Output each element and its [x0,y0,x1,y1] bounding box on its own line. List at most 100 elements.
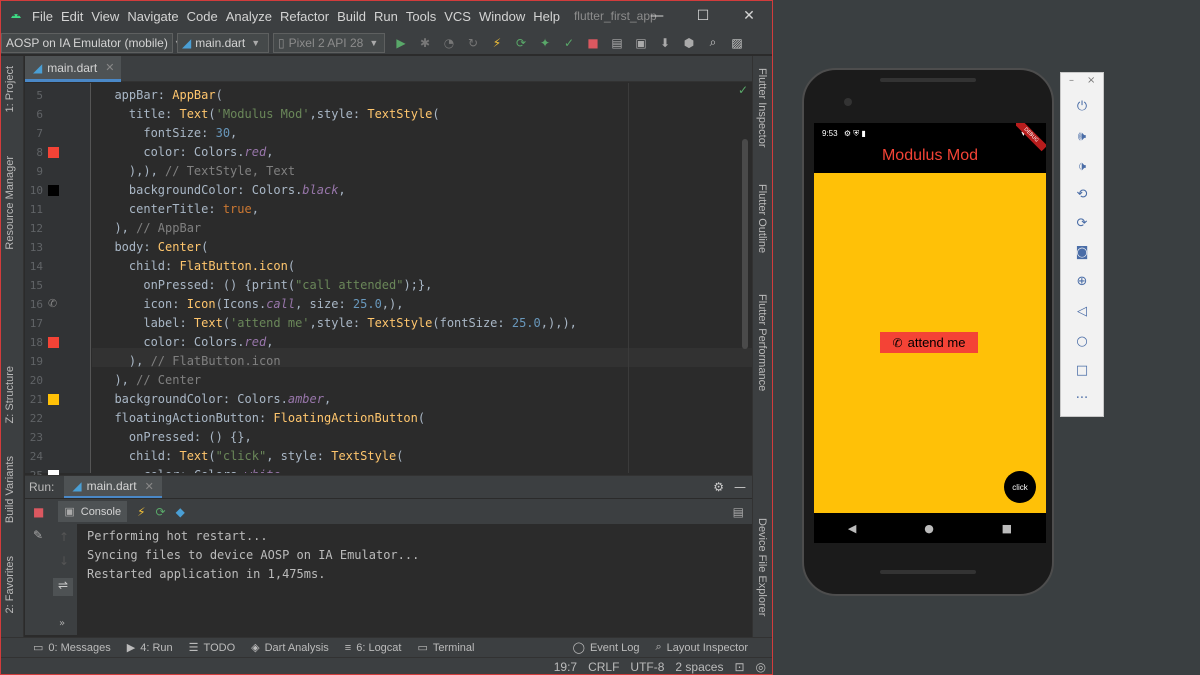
volume-down-icon[interactable]: 🕩 [1061,159,1103,174]
tab-dart-analysis[interactable]: ◈ Dart Analysis [251,641,329,655]
color-swatch-icon[interactable] [48,337,59,348]
tab-favorites[interactable]: 2: Favorites [4,556,16,613]
hot-restart-icon[interactable]: ⟳ [512,34,530,52]
tab-flutter-inspector[interactable]: Flutter Inspector [756,68,768,147]
volume-up-icon[interactable]: 🕪 [1061,129,1103,144]
menu-refactor[interactable]: Refactor [280,9,329,24]
gradle-sync-icon[interactable]: ⬢ [680,34,698,52]
overview-icon[interactable]: □ [1061,363,1103,378]
rotate-right-icon[interactable]: ⟳ [1061,216,1103,231]
apply-changes-icon[interactable]: ✓ [560,34,578,52]
tab-logcat[interactable]: ≡ 6: Logcat [345,642,402,654]
tab-event-log[interactable]: ◯ Event Log [573,641,640,655]
project-structure-icon[interactable]: ▤ [608,34,626,52]
coverage-icon[interactable]: ↻ [464,34,482,52]
menu-help[interactable]: Help [533,9,560,24]
home-icon[interactable]: ○ [1061,334,1103,349]
more-options-icon[interactable]: ··· [1061,391,1103,406]
menu-file[interactable]: File [32,9,53,24]
back-icon[interactable]: ◁ [1061,304,1103,319]
panel-minimize-button[interactable]: – [1069,75,1074,86]
target-config-dropdown[interactable]: AOSP on IA Emulator (mobile)▼ [1,32,183,53]
hot-reload-icon[interactable]: ⚡ [488,34,506,52]
debug-icon[interactable]: ✱ [416,34,434,52]
tab-project[interactable]: 1: Project [4,66,16,112]
account-icon[interactable]: ▨ [728,34,746,52]
click-fab[interactable]: click [1004,471,1036,503]
hide-panel-icon[interactable]: — [734,480,746,494]
tab-flutter-outline[interactable]: Flutter Outline [756,184,768,253]
lock-icon[interactable]: ⊡ [734,660,744,674]
run-icon[interactable]: ▶ [392,34,410,52]
tab-layout-inspector[interactable]: ⌕ Layout Inspector [655,641,748,654]
profile-icon[interactable]: ◔ [440,34,458,52]
down-icon[interactable]: ↓ [59,554,69,568]
tab-resource-manager[interactable]: Resource Manager [4,156,16,250]
tab-flutter-performance[interactable]: Flutter Performance [756,294,768,391]
back-icon[interactable]: ◀ [848,522,856,535]
editor-tab-main-dart[interactable]: ◢ main.dart ✕ [25,56,121,82]
menu-code[interactable]: Code [187,9,218,24]
menu-bar: File Edit View Navigate Code Analyze Ref… [32,9,568,24]
minimize-button[interactable]: — [634,1,680,31]
tab-run[interactable]: ▶ 4: Run [127,641,173,655]
cursor-position[interactable]: 19:7 [554,660,577,674]
pin-icon[interactable]: ✎ [33,528,43,542]
device-dropdown[interactable]: ▯ Pixel 2 API 28 ▼ [273,32,385,53]
menu-run[interactable]: Run [374,9,398,24]
line-separator[interactable]: CRLF [588,660,619,674]
close-button[interactable]: ✕ [726,1,772,31]
menu-edit[interactable]: Edit [61,9,83,24]
sdk-manager-icon[interactable]: ⬇ [656,34,674,52]
menu-analyze[interactable]: Analyze [226,9,272,24]
menu-window[interactable]: Window [479,9,525,24]
gear-icon[interactable]: ⚙ [713,480,724,494]
tab-messages[interactable]: ▭ 0: Messages [33,641,111,655]
home-icon[interactable]: ● [924,522,934,535]
panel-close-button[interactable]: × [1087,75,1095,86]
tab-structure[interactable]: Z: Structure [4,366,16,423]
open-devtools-icon[interactable]: ◆ [176,505,185,519]
up-icon[interactable]: ↑ [59,530,69,544]
color-swatch-icon[interactable] [48,185,59,196]
menu-view[interactable]: View [91,9,119,24]
power-icon[interactable]: ⏻ [1061,99,1103,114]
stop-icon[interactable]: ■ [584,34,602,52]
console-output[interactable]: Performing hot restart... Syncing files … [77,524,752,635]
avd-manager-icon[interactable]: ▣ [632,34,650,52]
screenshot-icon[interactable]: ◙ [1061,245,1103,260]
tab-device-file-explorer[interactable]: Device File Explorer [756,518,768,616]
run-config-dropdown[interactable]: ◢ main.dart ▼ [177,32,269,53]
tab-build-variants[interactable]: Build Variants [4,456,16,523]
code-editor[interactable]: ✓ appBar: AppBar( title: Text('Modulus M… [92,83,752,473]
recents-icon[interactable]: ■ [1002,522,1012,535]
tab-todo[interactable]: ☰ TODO [189,641,235,655]
layout-options-icon[interactable]: ▤ [733,505,744,519]
rotate-left-icon[interactable]: ⟲ [1061,187,1103,202]
indent-setting[interactable]: 2 spaces [675,660,723,674]
run-tab-main-dart[interactable]: ◢ main.dart ✕ [64,476,162,498]
hot-reload-icon[interactable]: ⚡ [137,505,145,519]
color-swatch-icon[interactable] [48,147,59,158]
stop-icon[interactable]: ■ [33,505,44,519]
close-tab-icon[interactable]: ✕ [105,61,114,74]
menu-build[interactable]: Build [337,9,366,24]
more-icon[interactable]: » [59,618,65,629]
color-swatch-icon[interactable] [48,394,59,405]
editor-scrollbar[interactable] [742,139,748,349]
zoom-icon[interactable]: ⊕ [1061,274,1103,289]
file-encoding[interactable]: UTF-8 [630,660,664,674]
soft-wrap-icon[interactable]: ⇌ [53,578,73,596]
tab-terminal[interactable]: ▭ Terminal [417,641,474,655]
console-tab[interactable]: ▣ Console [58,501,128,522]
inspector-icon[interactable]: ◎ [756,660,766,674]
menu-tools[interactable]: Tools [406,9,436,24]
menu-vcs[interactable]: VCS [444,9,471,24]
attach-debugger-icon[interactable]: ✦ [536,34,554,52]
close-tab-icon[interactable]: ✕ [145,480,154,493]
attend-me-button[interactable]: ✆ attend me [880,332,978,353]
search-icon[interactable]: ⌕ [704,34,722,52]
hot-restart-icon[interactable]: ⟳ [156,505,166,519]
maximize-button[interactable]: ☐ [680,1,726,31]
menu-navigate[interactable]: Navigate [127,9,178,24]
